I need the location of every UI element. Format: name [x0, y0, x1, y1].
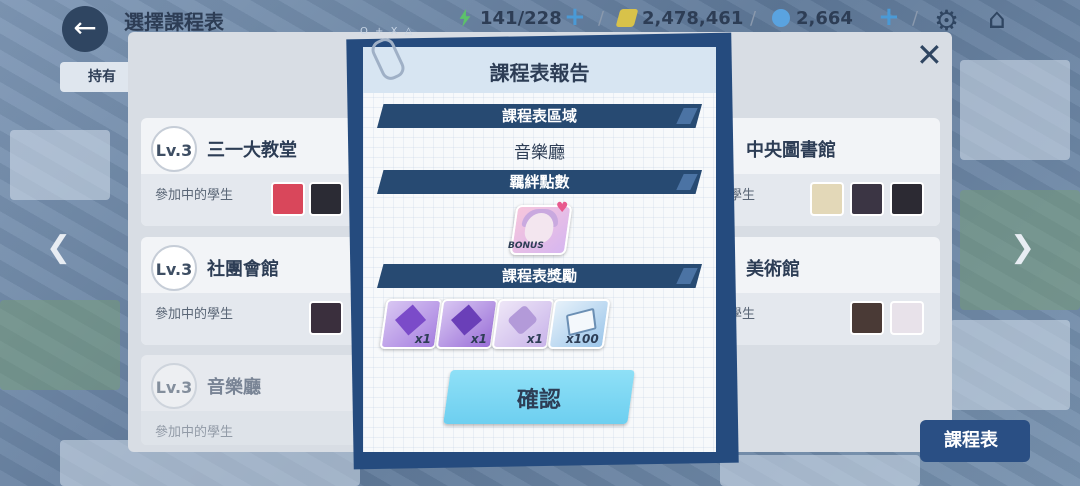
reward-item[interactable]: x100: [547, 299, 611, 349]
room-name: 三一大教堂: [207, 140, 297, 161]
purple-artifact-icon: [451, 304, 483, 336]
room-card-art-museum[interactable]: 3 美術館 的學生: [682, 237, 940, 345]
lilac-crystal-icon: [507, 304, 539, 336]
modal-title: 課程表報告: [489, 61, 590, 85]
pyroxene-value: 2,664: [796, 8, 853, 29]
room-level: Lv.3: [151, 245, 197, 291]
confirm-button[interactable]: 確認: [443, 370, 635, 424]
credit-icon: [615, 9, 639, 27]
room-name: 社團會館: [207, 259, 279, 280]
reward-count: x100: [566, 332, 599, 346]
reward-count: x1: [526, 332, 543, 346]
bonus-label: BONUS: [508, 241, 544, 251]
room-card-central-library[interactable]: 3 中央圖書館 的學生: [682, 118, 940, 226]
room-students-label: 參加中的學生: [155, 307, 234, 322]
reward-item[interactable]: x1: [435, 299, 499, 349]
room-students-label: 參加中的學生: [155, 188, 234, 203]
back-arrow-icon[interactable]: ←: [62, 6, 108, 52]
reward-section-header: 課程表獎勵: [377, 264, 702, 288]
room-card-club-hall[interactable]: Lv.3 社團會館 參加中的學生: [141, 237, 369, 345]
reward-item[interactable]: x1: [491, 299, 555, 349]
reward-count: x1: [470, 332, 487, 346]
room-level: Lv.3: [151, 126, 197, 172]
student-avatar: [309, 301, 343, 335]
close-icon[interactable]: ✕: [916, 36, 943, 74]
student-avatar: [890, 182, 924, 216]
reward-section-label: 課程表獎勵: [501, 267, 577, 285]
heart-icon: ♥: [556, 200, 569, 216]
room-name: 中央圖書館: [746, 140, 836, 161]
area-section-header: 課程表區域: [377, 104, 702, 128]
home-icon[interactable]: ⌂: [988, 2, 1006, 35]
modal-header: 課程表報告: [363, 47, 716, 93]
purple-artifact-icon: [395, 304, 427, 336]
student-avatar: [850, 182, 884, 216]
bond-section-header: 羈絆點數: [377, 170, 702, 194]
pyroxene-icon: [772, 9, 790, 27]
timetable-button-label: 課程表: [944, 430, 998, 451]
room-name: 美術館: [746, 259, 800, 280]
lightning-icon: [459, 9, 471, 27]
room-students-label: 參加中的學生: [155, 425, 234, 440]
timetable-button[interactable]: 課程表: [920, 420, 1030, 462]
pyroxene-counter: 2,664: [772, 8, 853, 29]
reward-item[interactable]: x1: [379, 299, 443, 349]
area-value: 音樂廳: [514, 143, 565, 163]
room-card-concert-hall[interactable]: Lv.3 音樂廳 參加中的學生: [141, 355, 369, 445]
page-title: 選擇課程表: [124, 10, 224, 34]
add-ap-plus-icon[interactable]: +: [564, 2, 586, 32]
student-avatar: [850, 301, 884, 335]
room-card-cathedral[interactable]: Lv.3 三一大教堂 參加中的學生: [141, 118, 369, 226]
ap-counter: 141/228: [456, 8, 562, 29]
schedule-report-modal: 課程表報告 課程表區域 音樂廳 羈絆點數 ♥ BONUS 課程表獎勵 x1 x1…: [363, 47, 716, 452]
bond-section-label: 羈絆點數: [509, 173, 570, 191]
confirm-button-label: 確認: [516, 388, 561, 413]
student-avatar: [271, 182, 305, 216]
credits-counter: 2,478,461: [615, 8, 744, 29]
add-pyroxene-plus-icon[interactable]: +: [878, 2, 900, 32]
room-level: Lv.3: [151, 363, 197, 409]
room-name: 音樂廳: [207, 377, 261, 398]
prev-arrow-icon[interactable]: ❮: [46, 230, 71, 265]
location-tab-label: 持有: [88, 69, 116, 85]
credits-value: 2,478,461: [642, 8, 744, 29]
area-section-label: 課程表區域: [501, 107, 577, 125]
student-avatar: [810, 182, 844, 216]
ap-value: 141/228: [480, 8, 562, 29]
student-avatar: [309, 182, 343, 216]
next-arrow-icon[interactable]: ❯: [1010, 230, 1035, 265]
modal-decoration: O + X △: [360, 26, 415, 37]
student-avatar: [890, 301, 924, 335]
reward-count: x1: [414, 332, 431, 346]
